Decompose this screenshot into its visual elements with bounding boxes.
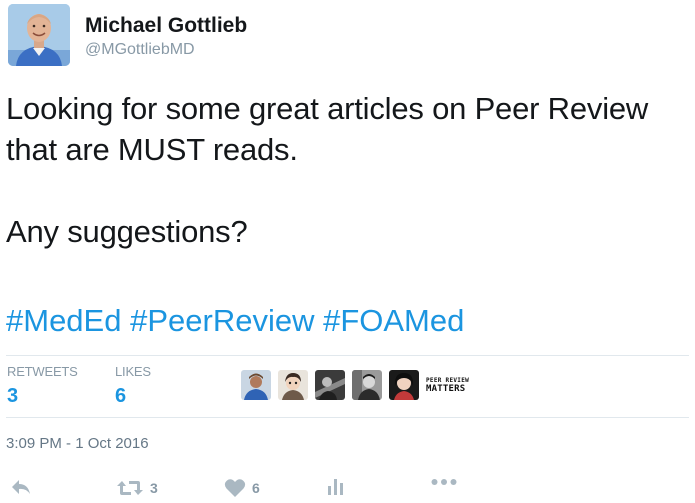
liker-avatar-2-icon [278, 370, 308, 400]
more-icon [431, 479, 457, 485]
tweet-timestamp[interactable]: 3:09 PM - 1 Oct 2016 [6, 435, 149, 452]
analytics-button[interactable] [327, 478, 345, 496]
divider [6, 355, 689, 356]
profile-photo-icon [8, 4, 70, 66]
analytics-icon [328, 479, 343, 495]
liker-avatar[interactable] [241, 370, 271, 400]
likes-label: LIKES [115, 364, 151, 379]
retweet-icon [117, 481, 143, 495]
hashtag-list: #MedEd #PeerReview #FOAMed [6, 300, 464, 341]
liker-avatars: PEER REVIEW MATTERS [241, 370, 470, 402]
liker-avatar[interactable] [278, 370, 308, 400]
retweets-label: RETWEETS [7, 364, 78, 379]
tweet-text-line: Looking for some great articles on Peer … [6, 91, 649, 126]
hashtag-link[interactable]: #FOAMed [323, 303, 464, 338]
peer-review-matters-logo[interactable]: PEER REVIEW MATTERS [426, 370, 470, 400]
tweet-text: Looking for some great articles on Peer … [6, 88, 691, 252]
liker-avatar[interactable] [352, 370, 382, 400]
like-button[interactable]: 6 [224, 478, 260, 498]
author-handle[interactable]: @MGottliebMD [85, 41, 195, 59]
retweet-count: 3 [150, 480, 158, 496]
more-button[interactable] [431, 478, 457, 486]
retweets-count: 3 [7, 385, 19, 407]
logo-text-bottom: MATTERS [426, 384, 466, 394]
divider [6, 417, 689, 418]
like-count: 6 [252, 480, 260, 496]
reply-button[interactable] [10, 478, 32, 496]
hashtag-link[interactable]: #PeerReview [130, 303, 314, 338]
likes-count: 6 [115, 385, 127, 407]
author-display-name[interactable]: Michael Gottlieb [85, 14, 247, 38]
liker-avatar[interactable] [315, 370, 345, 400]
heart-icon [224, 479, 246, 497]
retweet-button[interactable]: 3 [116, 478, 158, 498]
liker-avatar-4-icon [352, 370, 382, 400]
retweets-stat[interactable]: RETWEETS 3 [7, 364, 78, 408]
tweet-text-line: that are MUST reads. [6, 132, 298, 167]
reply-icon [12, 480, 30, 494]
liker-avatar-5-icon [389, 370, 419, 400]
tweet-text-line: Any suggestions? [6, 214, 248, 249]
likes-stat[interactable]: LIKES 6 [115, 364, 151, 408]
liker-avatar[interactable] [389, 370, 419, 400]
tweet-card: Michael Gottlieb @MGottliebMD Looking fo… [0, 0, 695, 503]
hashtag-link[interactable]: #MedEd [6, 303, 121, 338]
author-avatar[interactable] [8, 4, 70, 66]
liker-avatar-3-icon [315, 370, 345, 400]
liker-avatar-1-icon [241, 370, 271, 400]
